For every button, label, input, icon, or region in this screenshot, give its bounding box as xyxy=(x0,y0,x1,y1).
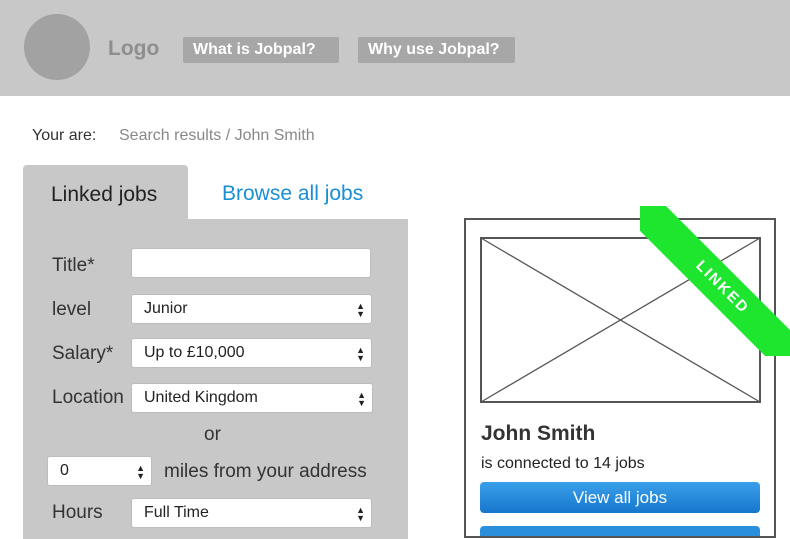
level-value: Junior xyxy=(144,300,188,317)
nav-why-use-jobpal[interactable]: Why use Jobpal? xyxy=(358,37,515,63)
salary-value: Up to £10,000 xyxy=(144,344,245,361)
hours-value: Full Time xyxy=(144,504,209,521)
avatar xyxy=(24,14,90,80)
view-all-jobs-button[interactable]: View all jobs xyxy=(480,482,760,513)
location-value: United Kingdom xyxy=(144,389,258,406)
select-arrows-icon: ▲ ▼ xyxy=(356,505,365,523)
secondary-button[interactable] xyxy=(480,526,760,536)
level-label: level xyxy=(52,299,92,320)
linked-ribbon: LINKED xyxy=(640,206,790,356)
select-arrows-icon: ▲ ▼ xyxy=(357,390,366,408)
linked-ribbon-label: LINKED xyxy=(640,206,790,356)
nav-what-is-jobpal[interactable]: What is Jobpal? xyxy=(183,37,339,63)
miles-value: 0 xyxy=(60,462,69,479)
hours-label: Hours xyxy=(52,502,103,523)
title-input[interactable] xyxy=(131,248,371,278)
location-label: Location xyxy=(52,387,124,408)
tab-browse-all-jobs[interactable]: Browse all jobs xyxy=(222,182,363,206)
salary-label: Salary* xyxy=(52,343,114,364)
miles-label: miles from your address xyxy=(164,461,367,482)
logo[interactable]: Logo xyxy=(108,37,159,61)
select-arrows-icon: ▲ ▼ xyxy=(356,301,365,319)
select-arrows-icon: ▲ ▼ xyxy=(356,345,365,363)
level-select[interactable]: Junior ▲ ▼ xyxy=(131,294,372,324)
miles-select[interactable]: 0 ▲ ▼ xyxy=(47,456,152,486)
header-bar: Logo What is Jobpal? Why use Jobpal? xyxy=(0,0,790,96)
salary-select[interactable]: Up to £10,000 ▲ ▼ xyxy=(131,338,372,368)
breadcrumb[interactable]: Search results / John Smith xyxy=(119,127,315,145)
tab-linked-jobs[interactable]: Linked jobs xyxy=(23,165,188,221)
breadcrumb-label: Your are: xyxy=(32,127,97,144)
connection-count: is connected to 14 jobs xyxy=(481,455,645,472)
profile-name: John Smith xyxy=(481,422,596,445)
title-label: Title* xyxy=(52,255,95,276)
or-separator: or xyxy=(204,424,221,445)
hours-select[interactable]: Full Time ▲ ▼ xyxy=(131,498,372,528)
select-arrows-icon: ▲ ▼ xyxy=(136,463,145,481)
location-select[interactable]: United Kingdom ▲ ▼ xyxy=(131,383,373,413)
